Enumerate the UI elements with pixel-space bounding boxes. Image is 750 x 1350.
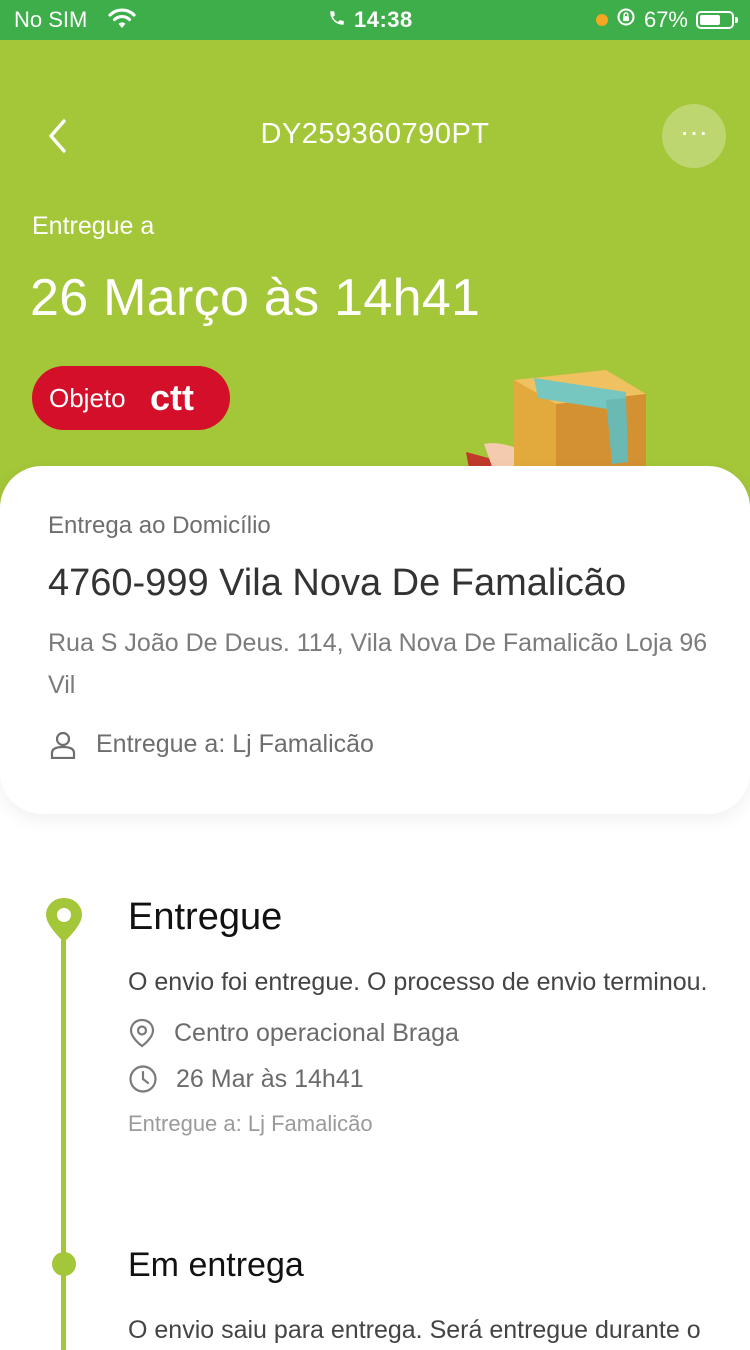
rotation-lock-icon <box>616 7 636 33</box>
delivered-date: 26 Março às 14h41 <box>30 269 481 327</box>
delivered-label: Entregue a <box>32 212 155 240</box>
event-title: Em entrega <box>128 1246 304 1284</box>
delivery-city: 4760-999 Vila Nova De Famalicão <box>48 562 627 604</box>
shipment-header: DY259360790PT ··· Entregue a 26 Março às… <box>0 40 750 568</box>
carrier-label: No SIM <box>14 7 88 32</box>
ellipsis-icon: ··· <box>680 116 708 147</box>
timeline-line <box>61 930 66 1350</box>
more-options-button[interactable]: ··· <box>662 104 726 168</box>
event-datetime-row: 26 Mar às 14h41 <box>128 1064 364 1094</box>
battery-fill <box>700 15 720 25</box>
recording-dot-icon <box>595 14 608 26</box>
clock-icon <box>129 1065 157 1093</box>
object-type-badge: Objeto ctt <box>32 366 230 430</box>
event-description: O envio foi entregue. O processo de envi… <box>128 968 708 996</box>
event-note: Entregue a: Lj Famalicão <box>128 1111 373 1136</box>
status-time-group: 14:38 <box>328 7 413 33</box>
location-pin-icon <box>46 898 82 942</box>
delivery-street: Rua S João De Deus. 114, Vila Nova De Fa… <box>48 629 708 699</box>
event-location-row: Centro operacional Braga <box>128 1018 459 1048</box>
tracking-code: DY259360790PT <box>260 118 490 150</box>
svg-text:ctt: ctt <box>150 377 194 418</box>
wifi-icon <box>108 7 136 37</box>
battery-percent: 67% <box>643 7 688 32</box>
phone-icon <box>328 7 346 33</box>
event-title: Entregue <box>128 896 283 938</box>
map-marker-icon <box>129 1018 155 1048</box>
battery-icon <box>696 11 738 29</box>
person-icon <box>50 731 76 759</box>
timeline-dot <box>52 1252 76 1276</box>
object-label: Objeto <box>49 383 126 413</box>
status-time: 14:38 <box>354 7 413 32</box>
recipient-label: Entregue a: Lj Famalicão <box>96 730 374 758</box>
status-bar: No SIM 14:38 67% <box>0 0 750 40</box>
ctt-logo: ctt <box>150 377 194 418</box>
event-description: O envio saiu para entrega. Será entregue… <box>128 1316 701 1344</box>
delivery-address-card: Entrega ao Domicílio 4760-999 Vila Nova … <box>0 466 750 814</box>
status-right: 67% <box>595 7 738 33</box>
event-datetime: 26 Mar às 14h41 <box>176 1064 364 1093</box>
delivery-type: Entrega ao Domicílio <box>48 512 271 539</box>
recipient-row: Entregue a: Lj Famalicão <box>48 730 374 759</box>
event-location: Centro operacional Braga <box>174 1018 459 1047</box>
